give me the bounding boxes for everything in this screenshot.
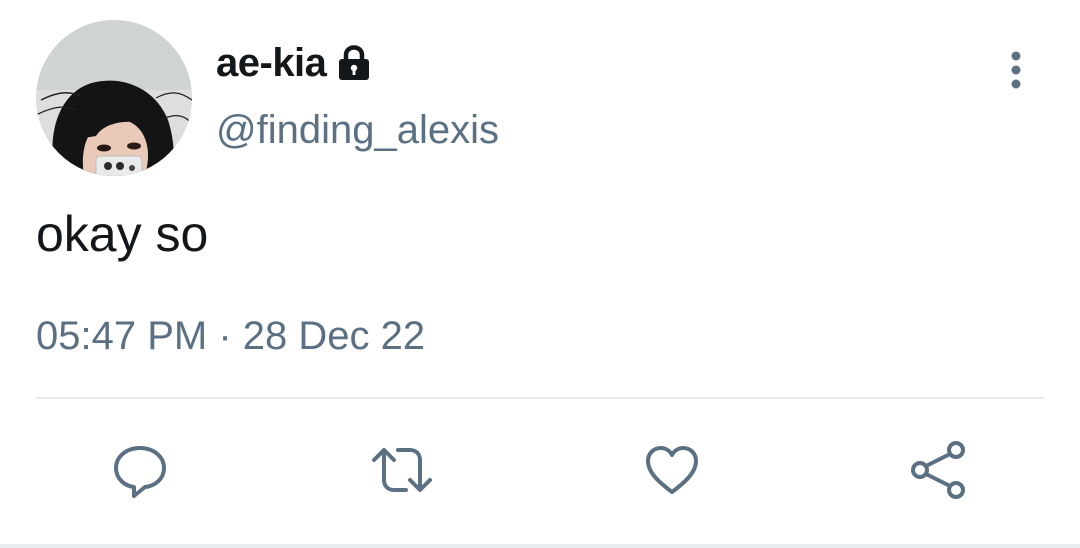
lock-icon	[334, 43, 374, 83]
user-handle[interactable]: @finding_alexis	[216, 108, 499, 153]
retweet-icon	[372, 448, 432, 492]
avatar[interactable]	[36, 20, 192, 176]
share-button[interactable]	[906, 438, 970, 502]
divider	[36, 397, 1044, 399]
tweet-text: okay so	[36, 206, 209, 262]
tweet-timestamp[interactable]: 05:47 PM · 28 Dec 22	[36, 310, 425, 362]
bottom-divider	[0, 544, 1080, 548]
avatar-image	[36, 20, 192, 176]
tweet-actions	[0, 430, 1080, 510]
retweet-button[interactable]	[370, 438, 434, 502]
reply-button[interactable]	[108, 438, 172, 502]
like-button[interactable]	[640, 438, 704, 502]
user-name-row: ae-kia	[216, 38, 374, 88]
tweet-date: 28 Dec 22	[242, 314, 426, 358]
share-icon	[911, 441, 965, 499]
heart-icon	[646, 446, 698, 494]
tweet-time: 05:47 PM	[36, 314, 208, 358]
meta-separator: ·	[218, 314, 232, 358]
reply-icon	[114, 446, 166, 498]
display-name[interactable]: ae-kia	[216, 41, 327, 86]
more-vertical-icon[interactable]	[996, 46, 1036, 94]
tweet-card: ae-kia @finding_alexis okay so 05:47 PM …	[0, 0, 1080, 548]
